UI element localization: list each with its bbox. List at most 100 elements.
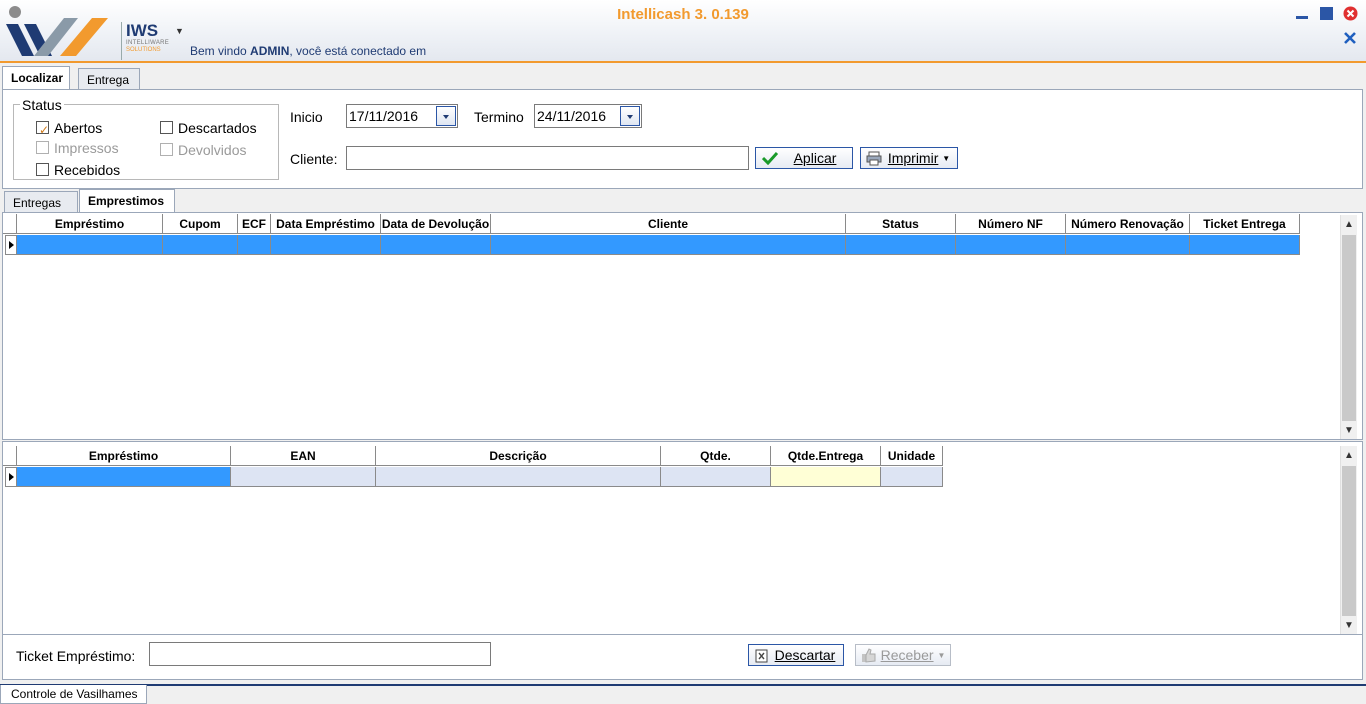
- col-cupom[interactable]: Cupom: [163, 214, 238, 234]
- vertical-scrollbar[interactable]: ▲ ▼: [1340, 446, 1357, 634]
- row-indicator[interactable]: [5, 467, 17, 487]
- col-emprestimo[interactable]: Empréstimo: [17, 214, 163, 234]
- receber-button[interactable]: Receber ▼: [855, 644, 951, 666]
- col-ticket-entrega[interactable]: Ticket Entrega: [1190, 214, 1300, 234]
- cliente-input[interactable]: [346, 146, 749, 170]
- tab-emprestimos[interactable]: Emprestimos: [79, 189, 175, 214]
- col-descricao[interactable]: Descrição: [376, 446, 661, 466]
- tab-entregas[interactable]: Entregas: [4, 191, 78, 213]
- checkbox-devolvidos[interactable]: Devolvidos: [160, 141, 246, 159]
- checkbox-box[interactable]: [36, 163, 49, 176]
- close-icon[interactable]: [1343, 6, 1358, 21]
- tab-controle-vasilhames[interactable]: Controle de Vasilhames: [0, 685, 147, 704]
- printer-icon: [866, 151, 882, 166]
- col-ean[interactable]: EAN: [231, 446, 376, 466]
- checkmark-icon: [762, 151, 778, 165]
- brand-subtitle: INTELLIWARE: [126, 40, 170, 46]
- close-tab-icon[interactable]: [1342, 30, 1358, 46]
- col-cliente[interactable]: Cliente: [491, 214, 846, 234]
- checkbox-box[interactable]: [160, 121, 173, 134]
- cell[interactable]: [846, 235, 956, 255]
- checkbox-box[interactable]: ✓: [36, 121, 49, 137]
- scroll-up-icon[interactable]: ▲: [1341, 448, 1357, 464]
- col-numero-nf[interactable]: Número NF: [956, 214, 1066, 234]
- cell[interactable]: [1190, 235, 1300, 255]
- chevron-down-icon[interactable]: [436, 106, 456, 126]
- cell[interactable]: [381, 235, 491, 255]
- col-status[interactable]: Status: [846, 214, 956, 234]
- scroll-up-icon[interactable]: ▲: [1341, 217, 1357, 233]
- brand-name: IWS: [126, 21, 159, 40]
- header-corner: [3, 446, 17, 466]
- filter-panel: Status ✓ Abertos Descartados Impressos D…: [2, 89, 1363, 189]
- app-title: Intellicash 3. 0.139: [617, 6, 749, 23]
- imprimir-button[interactable]: Imprimir ▼: [860, 147, 958, 169]
- bottom-divider: [0, 684, 1366, 686]
- tab-entrega[interactable]: Entrega: [78, 68, 140, 90]
- checkbox-box[interactable]: [160, 143, 173, 156]
- ticket-input[interactable]: [149, 642, 491, 666]
- chevron-down-icon: ▼: [937, 651, 946, 660]
- table-row-selected[interactable]: [17, 235, 1300, 255]
- maximize-icon[interactable]: [1319, 6, 1334, 21]
- cell[interactable]: [1066, 235, 1190, 255]
- col-unidade[interactable]: Unidade: [881, 446, 943, 466]
- cell[interactable]: [491, 235, 846, 255]
- checkbox-descartados[interactable]: Descartados: [160, 119, 257, 137]
- col-emprestimo[interactable]: Empréstimo: [17, 446, 231, 466]
- inicio-date-field[interactable]: 17/11/2016: [346, 104, 458, 128]
- cell[interactable]: [238, 235, 271, 255]
- checkbox-impressos[interactable]: Impressos: [36, 139, 119, 157]
- caret-down-icon[interactable]: ▼: [175, 26, 184, 36]
- inicio-label: Inicio: [290, 109, 323, 125]
- row-indicator[interactable]: [5, 235, 17, 255]
- col-data-emprestimo[interactable]: Data Empréstimo: [271, 214, 381, 234]
- status-legend: Status: [20, 97, 64, 113]
- cell[interactable]: [956, 235, 1066, 255]
- scroll-down-icon[interactable]: ▼: [1341, 618, 1357, 634]
- col-numero-renovacao[interactable]: Número Renovação: [1066, 214, 1190, 234]
- table-row[interactable]: [17, 467, 943, 487]
- cell[interactable]: [271, 235, 381, 255]
- discard-icon: [755, 649, 768, 663]
- grid-header: Empréstimo EAN Descrição Qtde. Qtde.Entr…: [3, 446, 945, 466]
- tab-localizar[interactable]: Localizar: [2, 66, 70, 91]
- cell[interactable]: [661, 467, 771, 487]
- col-ecf[interactable]: ECF: [238, 214, 271, 234]
- cliente-label: Cliente:: [290, 151, 338, 167]
- brand-subtitle-2: SOLUTIONS: [126, 47, 161, 53]
- itens-grid: Empréstimo EAN Descrição Qtde. Qtde.Entr…: [2, 441, 1363, 635]
- checkbox-abertos[interactable]: ✓ Abertos: [36, 119, 102, 137]
- descartar-button[interactable]: Descartar: [748, 644, 844, 666]
- top-tab-bar: Localizar Entrega: [0, 66, 1366, 91]
- vertical-scrollbar[interactable]: ▲ ▼: [1340, 215, 1357, 439]
- thumbs-up-icon: [862, 648, 876, 663]
- cell[interactable]: [231, 467, 376, 487]
- scroll-thumb[interactable]: [1342, 235, 1356, 421]
- app-header: IWS INTELLIWARE SOLUTIONS ▼ Intellicash …: [0, 0, 1366, 63]
- col-data-devolucao[interactable]: Data de Devolução: [381, 214, 491, 234]
- checkbox-recebidos[interactable]: Recebidos: [36, 161, 120, 179]
- scroll-thumb[interactable]: [1342, 466, 1356, 616]
- scroll-down-icon[interactable]: ▼: [1341, 423, 1357, 439]
- chevron-down-icon[interactable]: [620, 106, 640, 126]
- aplicar-button[interactable]: Aplicar: [755, 147, 853, 169]
- footer-panel: Ticket Empréstimo: Descartar Receber ▼: [2, 635, 1363, 680]
- cell[interactable]: [376, 467, 661, 487]
- chevron-down-icon: ▼: [942, 154, 951, 163]
- cell[interactable]: [17, 235, 163, 255]
- cell[interactable]: [881, 467, 943, 487]
- termino-date-field[interactable]: 24/11/2016: [534, 104, 642, 128]
- cell[interactable]: [771, 467, 881, 487]
- cell[interactable]: [163, 235, 238, 255]
- col-qtde-entrega[interactable]: Qtde.Entrega: [771, 446, 881, 466]
- grid-header: Empréstimo Cupom ECF Data Empréstimo Dat…: [3, 214, 1303, 234]
- checkmark-icon: ✓: [39, 123, 50, 137]
- col-qtde[interactable]: Qtde.: [661, 446, 771, 466]
- welcome-user: ADMIN: [250, 44, 290, 58]
- inner-tab-bar: Entregas Emprestimos: [0, 189, 1366, 214]
- minimize-icon[interactable]: [1295, 6, 1310, 21]
- checkbox-box[interactable]: [36, 141, 49, 154]
- cell[interactable]: [17, 467, 231, 487]
- emprestimos-grid: Empréstimo Cupom ECF Data Empréstimo Dat…: [2, 212, 1363, 440]
